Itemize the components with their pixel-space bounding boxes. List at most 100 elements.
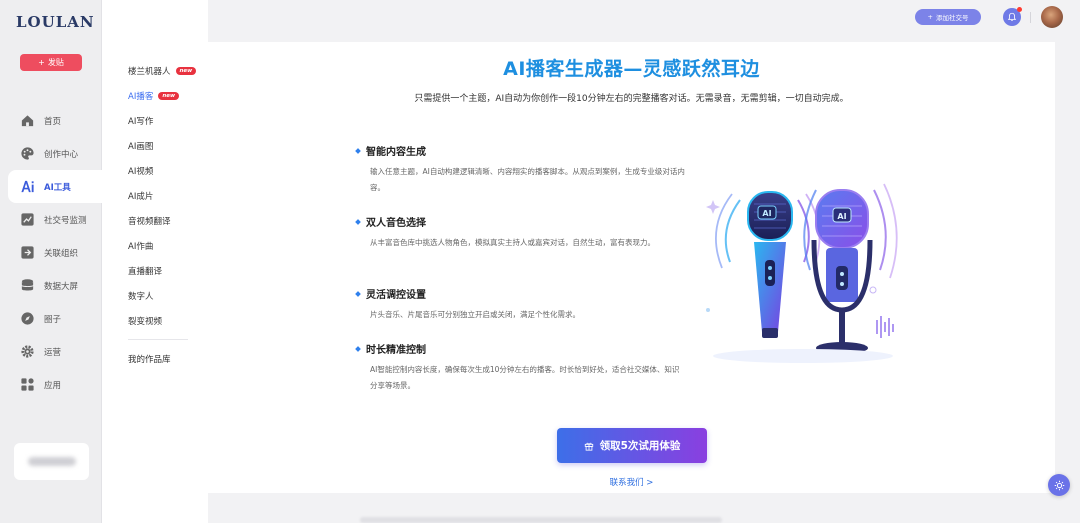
nav-item-label: 运营 [44, 347, 62, 358]
feature-title: 时长精准控制 [366, 345, 426, 356]
primary-nav: 首页 创作中心 AI工具 社交号监测 关联组织 数据大屏 圈子 运营 应用 [8, 104, 102, 401]
secondary-menu: 楼兰机器人 new AI播客 new AI写作 AI画图 AI视频 AI成片 音… [102, 0, 208, 523]
nav-item-data-screen[interactable]: 数据大屏 [8, 269, 102, 302]
apps-icon [19, 377, 35, 393]
submenu-item-label: AI画图 [128, 141, 154, 152]
free-trial-label: 领取5次试用体验 [599, 440, 681, 452]
nav-item-linked-orgs[interactable]: 关联组织 [8, 236, 102, 269]
contact-us-link[interactable]: 联系我们 > [208, 476, 1055, 488]
post-button-label: 发贴 [47, 58, 64, 67]
submenu-item-label: AI成片 [128, 191, 154, 202]
nav-item-label: 关联组织 [44, 248, 79, 259]
submenu-item-fission-video[interactable]: 裂变视频 [128, 308, 208, 333]
add-social-account-label: 添加社交号 [935, 14, 969, 22]
feature-voice-selection: 双人音色选择 从丰富音色库中挑选人物角色，模拟真实主持人或嘉宾对话，自然生动，富… [355, 214, 686, 251]
palette-icon [19, 146, 35, 162]
submenu-item-live-translate[interactable]: 直播翻译 [128, 258, 208, 283]
microphones-illustration: AI AI [706, 183, 898, 363]
nav-item-social-monitor[interactable]: 社交号监测 [8, 203, 102, 236]
database-icon [19, 278, 35, 294]
nav-item-label: AI工具 [44, 182, 71, 193]
plus-icon: + [927, 13, 933, 21]
submenu-item-loulan-robot[interactable]: 楼兰机器人 new [128, 58, 208, 83]
primary-sidebar: LOULAN + 发贴 首页 创作中心 AI工具 社交号监测 关联组织 数据大屏 [0, 0, 102, 523]
bullet-diamond-icon [355, 147, 361, 154]
settings-float-button[interactable] [1048, 474, 1070, 496]
plus-icon: + [38, 58, 45, 67]
user-card[interactable] [14, 443, 89, 480]
nav-item-creation[interactable]: 创作中心 [8, 137, 102, 170]
add-social-account-button[interactable]: + 添加社交号 [915, 9, 981, 25]
ai-icon [19, 179, 35, 195]
submenu-item-label: 数字人 [128, 291, 154, 302]
post-button[interactable]: + 发贴 [20, 54, 82, 71]
home-icon [19, 113, 35, 129]
feature-flexible-settings: 灵活调控设置 片头音乐、片尾音乐可分别独立开启或关闭，满足个性化需求。 [355, 286, 686, 323]
link-org-icon [19, 245, 35, 261]
feature-title: 双人音色选择 [366, 218, 426, 229]
mic-ai-label: AI [837, 212, 846, 221]
bottom-scroll-indicator [360, 517, 722, 523]
nav-item-label: 创作中心 [44, 149, 79, 160]
chart-icon [19, 212, 35, 228]
new-badge: new [158, 91, 180, 100]
compass-icon [19, 311, 35, 327]
submenu-item-label: AI写作 [128, 116, 154, 127]
nav-item-label: 圈子 [44, 314, 62, 325]
nav-item-ai-tools[interactable]: AI工具 [8, 170, 102, 203]
notification-dot [1017, 7, 1022, 12]
submenu-item-label: 楼兰机器人 [128, 66, 171, 77]
submenu-item-ai-podcast[interactable]: AI播客 new [128, 83, 208, 108]
nav-item-label: 首页 [44, 116, 62, 127]
submenu-item-ai-video[interactable]: AI视频 [128, 158, 208, 183]
submenu-item-label: 我的作品库 [128, 354, 171, 365]
new-badge: new [175, 66, 197, 75]
blurred-username [27, 457, 76, 466]
gear-icon [19, 344, 35, 360]
submenu-item-ai-drawing[interactable]: AI画图 [128, 133, 208, 158]
feature-desc: 片头音乐、片尾音乐可分别独立开启或关闭，满足个性化需求。 [370, 310, 580, 319]
feature-desc: 从丰富音色库中挑选人物角色，模拟真实主持人或嘉宾对话，自然生动，富有表现力。 [370, 238, 655, 247]
page-title: AI播客生成器—灵感跃然耳边 [503, 58, 760, 80]
submenu-divider [128, 339, 188, 340]
feature-desc: AI智能控制内容长度，确保每次生成10分钟左右的播客。时长恰到好处，适合社交媒体… [370, 365, 680, 390]
feature-content-generation: 智能内容生成 输入任意主题，AI自动构建逻辑清晰、内容翔实的播客脚本。从观点到案… [355, 143, 686, 196]
nav-item-apps[interactable]: 应用 [8, 368, 102, 401]
nav-item-home[interactable]: 首页 [8, 104, 102, 137]
feature-title: 灵活调控设置 [366, 290, 426, 301]
bullet-diamond-icon [355, 218, 361, 225]
free-trial-button[interactable]: 领取5次试用体验 [557, 428, 707, 463]
nav-item-label: 数据大屏 [44, 281, 79, 292]
main-panel: AI播客生成器—灵感跃然耳边 只需提供一个主题，AI自动为你创作一段10分钟左右… [208, 42, 1055, 493]
topbar-divider [1030, 12, 1031, 23]
nav-item-operations[interactable]: 运营 [8, 335, 102, 368]
submenu-item-label: AI视频 [128, 166, 154, 177]
submenu-item-digital-human[interactable]: 数字人 [128, 283, 208, 308]
submenu-item-av-translate[interactable]: 音视频翻译 [128, 208, 208, 233]
avatar[interactable] [1041, 6, 1063, 28]
submenu-item-label: AI作曲 [128, 241, 154, 252]
page-subtitle: 只需提供一个主题，AI自动为你创作一段10分钟左右的完整播客对话。无需录音，无需… [414, 94, 849, 104]
feature-desc: 输入任意主题，AI自动构建逻辑清晰、内容翔实的播客脚本。从观点到案例，生成专业级… [370, 167, 685, 192]
submenu-item-label: 音视频翻译 [128, 216, 171, 227]
submenu-item-my-library[interactable]: 我的作品库 [128, 346, 208, 371]
top-bar: + 添加社交号 [208, 0, 1080, 42]
submenu-item-ai-compose[interactable]: AI作曲 [128, 233, 208, 258]
ai-tools-list: 楼兰机器人 new AI播客 new AI写作 AI画图 AI视频 AI成片 音… [128, 58, 208, 371]
nav-item-circles[interactable]: 圈子 [8, 302, 102, 335]
nav-item-label: 社交号监测 [44, 215, 87, 226]
nav-item-label: 应用 [44, 380, 62, 391]
mic-ai-label: AI [762, 209, 771, 218]
submenu-item-label: AI播客 [128, 91, 154, 102]
submenu-item-ai-writing[interactable]: AI写作 [128, 108, 208, 133]
logo[interactable]: LOULAN [16, 13, 95, 31]
feature-title: 智能内容生成 [366, 147, 426, 158]
gift-icon [584, 442, 593, 451]
submenu-item-ai-film[interactable]: AI成片 [128, 183, 208, 208]
feature-duration-control: 时长精准控制 AI智能控制内容长度，确保每次生成10分钟左右的播客。时长恰到好处… [355, 341, 686, 394]
bullet-diamond-icon [355, 345, 361, 352]
bullet-diamond-icon [355, 290, 361, 297]
submenu-item-label: 裂变视频 [128, 316, 163, 327]
notification-bell-icon[interactable] [1003, 7, 1022, 26]
sun-gear-icon [1054, 480, 1064, 490]
